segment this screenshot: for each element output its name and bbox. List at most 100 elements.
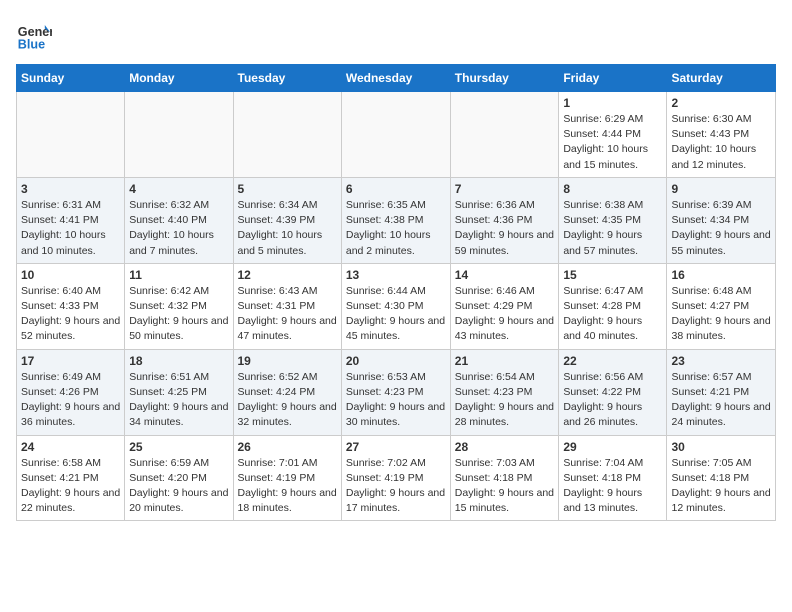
day-info: Sunrise: 6:42 AM Sunset: 4:32 PM Dayligh…: [129, 284, 228, 345]
day-info: Sunrise: 7:02 AM Sunset: 4:19 PM Dayligh…: [346, 456, 446, 517]
day-info: Sunrise: 6:46 AM Sunset: 4:29 PM Dayligh…: [455, 284, 555, 345]
calendar-cell: 5Sunrise: 6:34 AM Sunset: 4:39 PM Daylig…: [233, 177, 341, 263]
calendar-cell: 8 Sunrise: 6:38 AM Sunset: 4:35 PM Daylig…: [559, 177, 667, 263]
day-info: Sunrise: 6:57 AM Sunset: 4:21 PM Dayligh…: [671, 370, 771, 431]
calendar-cell: 25Sunrise: 6:59 AM Sunset: 4:20 PM Dayli…: [125, 435, 233, 521]
day-info: Sunrise: 6:39 AM Sunset: 4:34 PM Dayligh…: [671, 198, 771, 259]
calendar-cell: 10 Sunrise: 6:40 AM Sunset: 4:33 PM Dayli…: [17, 263, 125, 349]
day-number: 9: [671, 182, 771, 196]
calendar-cell: 30 Sunrise: 7:05 AM Sunset: 4:18 PM Dayli…: [667, 435, 776, 521]
day-number: 11: [129, 268, 228, 282]
day-info: Sunrise: 6:56 AM Sunset: 4:22 PM Dayligh…: [563, 370, 662, 431]
day-info: Sunrise: 6:51 AM Sunset: 4:25 PM Dayligh…: [129, 370, 228, 431]
calendar-cell: [450, 92, 559, 178]
calendar-cell: 9 Sunrise: 6:39 AM Sunset: 4:34 PM Daylig…: [667, 177, 776, 263]
day-number: 21: [455, 354, 555, 368]
day-info: Sunrise: 6:47 AM Sunset: 4:28 PM Dayligh…: [563, 284, 662, 345]
calendar-cell: 14 Sunrise: 6:46 AM Sunset: 4:29 PM Dayli…: [450, 263, 559, 349]
calendar-week-row: 24 Sunrise: 6:58 AM Sunset: 4:21 PM Dayli…: [17, 435, 776, 521]
weekday-header-saturday: Saturday: [667, 65, 776, 92]
calendar-cell: 7Sunrise: 6:36 AM Sunset: 4:36 PM Daylig…: [450, 177, 559, 263]
calendar-cell: 1 Sunrise: 6:29 AM Sunset: 4:44 PM Daylig…: [559, 92, 667, 178]
calendar-cell: 20 Sunrise: 6:53 AM Sunset: 4:23 PM Dayli…: [341, 349, 450, 435]
header: General Blue: [16, 16, 776, 52]
weekday-header-monday: Monday: [125, 65, 233, 92]
weekday-header-wednesday: Wednesday: [341, 65, 450, 92]
calendar-cell: 23 Sunrise: 6:57 AM Sunset: 4:21 PM Dayli…: [667, 349, 776, 435]
calendar-cell: 17 Sunrise: 6:49 AM Sunset: 4:26 PM Dayli…: [17, 349, 125, 435]
day-number: 14: [455, 268, 555, 282]
weekday-header-thursday: Thursday: [450, 65, 559, 92]
day-info: Sunrise: 7:03 AM Sunset: 4:18 PM Dayligh…: [455, 456, 555, 517]
calendar-cell: 28 Sunrise: 7:03 AM Sunset: 4:18 PM Dayli…: [450, 435, 559, 521]
calendar-week-row: 10 Sunrise: 6:40 AM Sunset: 4:33 PM Dayli…: [17, 263, 776, 349]
calendar-body: 1 Sunrise: 6:29 AM Sunset: 4:44 PM Daylig…: [17, 92, 776, 521]
day-info: Sunrise: 6:52 AM Sunset: 4:24 PM Dayligh…: [238, 370, 337, 431]
day-info: Sunrise: 6:59 AM Sunset: 4:20 PM Dayligh…: [129, 456, 228, 517]
weekday-header-tuesday: Tuesday: [233, 65, 341, 92]
day-number: 30: [671, 440, 771, 454]
calendar-cell: 6 Sunrise: 6:35 AM Sunset: 4:38 PM Daylig…: [341, 177, 450, 263]
calendar-cell: 2 Sunrise: 6:30 AM Sunset: 4:43 PM Daylig…: [667, 92, 776, 178]
day-number: 6: [346, 182, 446, 196]
day-number: 16: [671, 268, 771, 282]
calendar-cell: 19 Sunrise: 6:52 AM Sunset: 4:24 PM Dayli…: [233, 349, 341, 435]
day-number: 1: [563, 96, 662, 110]
day-info: Sunrise: 6:49 AM Sunset: 4:26 PM Dayligh…: [21, 370, 120, 431]
day-number: 22: [563, 354, 662, 368]
day-info: Sunrise: 7:05 AM Sunset: 4:18 PM Dayligh…: [671, 456, 771, 517]
day-number: 3: [21, 182, 120, 196]
day-number: 10: [21, 268, 120, 282]
day-info: Sunrise: 6:44 AM Sunset: 4:30 PM Dayligh…: [346, 284, 446, 345]
svg-text:Blue: Blue: [18, 37, 45, 51]
day-number: 19: [238, 354, 337, 368]
day-info: Sunrise: 6:35 AM Sunset: 4:38 PM Dayligh…: [346, 198, 446, 259]
day-info: Sunrise: 7:01 AM Sunset: 4:19 PM Dayligh…: [238, 456, 337, 517]
day-number: 12: [238, 268, 337, 282]
day-info: Sunrise: 6:30 AM Sunset: 4:43 PM Dayligh…: [671, 112, 771, 173]
calendar-cell: 21 Sunrise: 6:54 AM Sunset: 4:23 PM Dayli…: [450, 349, 559, 435]
calendar-cell: 4 Sunrise: 6:32 AM Sunset: 4:40 PM Daylig…: [125, 177, 233, 263]
day-info: Sunrise: 6:29 AM Sunset: 4:44 PM Dayligh…: [563, 112, 662, 173]
day-number: 13: [346, 268, 446, 282]
day-number: 18: [129, 354, 228, 368]
calendar-cell: 16Sunrise: 6:48 AM Sunset: 4:27 PM Dayli…: [667, 263, 776, 349]
day-number: 24: [21, 440, 120, 454]
logo-icon: General Blue: [16, 16, 52, 52]
day-number: 27: [346, 440, 446, 454]
day-info: Sunrise: 6:54 AM Sunset: 4:23 PM Dayligh…: [455, 370, 555, 431]
day-info: Sunrise: 6:38 AM Sunset: 4:35 PM Dayligh…: [563, 198, 662, 259]
day-number: 28: [455, 440, 555, 454]
calendar-cell: 11 Sunrise: 6:42 AM Sunset: 4:32 PM Dayli…: [125, 263, 233, 349]
calendar-header: SundayMondayTuesdayWednesdayThursdayFrid…: [17, 65, 776, 92]
calendar-cell: [233, 92, 341, 178]
day-number: 2: [671, 96, 771, 110]
calendar-cell: [125, 92, 233, 178]
day-info: Sunrise: 6:40 AM Sunset: 4:33 PM Dayligh…: [21, 284, 120, 345]
calendar-cell: 18 Sunrise: 6:51 AM Sunset: 4:25 PM Dayli…: [125, 349, 233, 435]
day-info: Sunrise: 6:58 AM Sunset: 4:21 PM Dayligh…: [21, 456, 120, 517]
weekday-header-sunday: Sunday: [17, 65, 125, 92]
calendar: SundayMondayTuesdayWednesdayThursdayFrid…: [16, 64, 776, 521]
day-info: Sunrise: 6:32 AM Sunset: 4:40 PM Dayligh…: [129, 198, 228, 259]
day-number: 20: [346, 354, 446, 368]
calendar-cell: 12Sunrise: 6:43 AM Sunset: 4:31 PM Dayli…: [233, 263, 341, 349]
day-number: 23: [671, 354, 771, 368]
calendar-cell: [341, 92, 450, 178]
calendar-week-row: 17 Sunrise: 6:49 AM Sunset: 4:26 PM Dayli…: [17, 349, 776, 435]
calendar-cell: 22 Sunrise: 6:56 AM Sunset: 4:22 PM Dayli…: [559, 349, 667, 435]
day-number: 8: [563, 182, 662, 196]
day-number: 5: [238, 182, 337, 196]
calendar-cell: 3Sunrise: 6:31 AM Sunset: 4:41 PM Daylig…: [17, 177, 125, 263]
calendar-cell: 27 Sunrise: 7:02 AM Sunset: 4:19 PM Dayli…: [341, 435, 450, 521]
day-number: 15: [563, 268, 662, 282]
day-info: Sunrise: 6:53 AM Sunset: 4:23 PM Dayligh…: [346, 370, 446, 431]
calendar-week-row: 3Sunrise: 6:31 AM Sunset: 4:41 PM Daylig…: [17, 177, 776, 263]
day-number: 17: [21, 354, 120, 368]
calendar-week-row: 1 Sunrise: 6:29 AM Sunset: 4:44 PM Daylig…: [17, 92, 776, 178]
logo: General Blue: [16, 16, 56, 52]
weekday-header-row: SundayMondayTuesdayWednesdayThursdayFrid…: [17, 65, 776, 92]
weekday-header-friday: Friday: [559, 65, 667, 92]
day-number: 4: [129, 182, 228, 196]
calendar-cell: 15 Sunrise: 6:47 AM Sunset: 4:28 PM Dayli…: [559, 263, 667, 349]
